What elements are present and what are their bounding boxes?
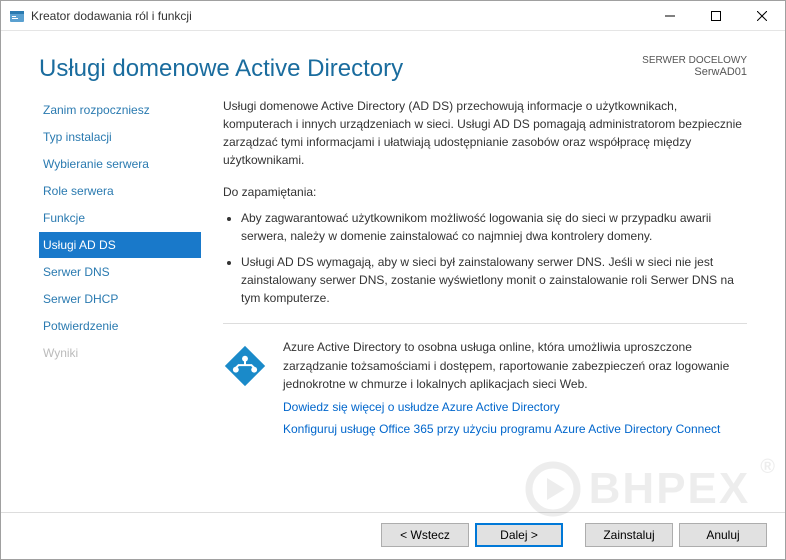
previous-button[interactable]: < Wstecz bbox=[381, 523, 469, 547]
cancel-button[interactable]: Anuluj bbox=[679, 523, 767, 547]
target-server-label: SERWER DOCELOWY bbox=[642, 55, 747, 66]
nav-server-roles[interactable]: Role serwera bbox=[39, 178, 201, 204]
intro-text: Usługi domenowe Active Directory (AD DS)… bbox=[223, 97, 747, 169]
nav-ad-ds[interactable]: Usługi AD DS bbox=[39, 232, 201, 258]
titlebar: Kreator dodawania ról i funkcji bbox=[1, 1, 785, 31]
minimize-button[interactable] bbox=[647, 1, 693, 31]
minimize-icon bbox=[665, 11, 675, 21]
install-button[interactable]: Zainstaluj bbox=[585, 523, 673, 547]
body: Zanim rozpoczniesz Typ instalacji Wybier… bbox=[1, 97, 785, 512]
list-item: Usługi AD DS wymagają, aby w sieci był z… bbox=[241, 253, 747, 307]
nav-results: Wyniki bbox=[39, 340, 201, 366]
wizard-nav: Zanim rozpoczniesz Typ instalacji Wybier… bbox=[1, 97, 201, 512]
azure-ad-icon bbox=[223, 344, 267, 388]
maximize-button[interactable] bbox=[693, 1, 739, 31]
footer: < Wstecz Dalej > Zainstaluj Anuluj bbox=[1, 512, 785, 559]
main-area: Usługi domenowe Active Directory SERWER … bbox=[1, 31, 785, 559]
azure-learn-more-link[interactable]: Dowiedz się więcej o usłudze Azure Activ… bbox=[283, 398, 747, 417]
nav-dns-server[interactable]: Serwer DNS bbox=[39, 259, 201, 285]
app-icon bbox=[9, 8, 25, 24]
azure-configure-office365-link[interactable]: Konfiguruj usługę Office 365 przy użyciu… bbox=[283, 420, 747, 439]
header: Usługi domenowe Active Directory SERWER … bbox=[1, 31, 785, 97]
window-controls bbox=[647, 1, 785, 31]
azure-info-text: Azure Active Directory to osobna usługa … bbox=[283, 338, 747, 439]
nav-install-type[interactable]: Typ instalacji bbox=[39, 124, 201, 150]
close-icon bbox=[757, 11, 767, 21]
maximize-icon bbox=[711, 11, 721, 21]
target-server-name: SerwAD01 bbox=[642, 66, 747, 78]
list-item: Aby zagwarantować użytkownikom możliwość… bbox=[241, 209, 747, 245]
nav-before-begin[interactable]: Zanim rozpoczniesz bbox=[39, 97, 201, 123]
target-server-info: SERWER DOCELOWY SerwAD01 bbox=[642, 55, 747, 78]
close-button[interactable] bbox=[739, 1, 785, 31]
titlebar-text: Kreator dodawania ról i funkcji bbox=[31, 9, 647, 23]
next-button[interactable]: Dalej > bbox=[475, 523, 563, 547]
azure-description: Azure Active Directory to osobna usługa … bbox=[283, 340, 729, 391]
divider bbox=[223, 323, 747, 324]
page-title: Usługi domenowe Active Directory bbox=[39, 55, 403, 83]
remember-label: Do zapamiętania: bbox=[223, 183, 747, 201]
remember-list: Aby zagwarantować użytkownikom możliwość… bbox=[223, 209, 747, 307]
nav-features[interactable]: Funkcje bbox=[39, 205, 201, 231]
nav-confirmation[interactable]: Potwierdzenie bbox=[39, 313, 201, 339]
spacer bbox=[569, 523, 579, 547]
content-pane: Usługi domenowe Active Directory (AD DS)… bbox=[201, 97, 767, 512]
nav-server-selection[interactable]: Wybieranie serwera bbox=[39, 151, 201, 177]
azure-info-block: Azure Active Directory to osobna usługa … bbox=[223, 338, 747, 439]
nav-dhcp-server[interactable]: Serwer DHCP bbox=[39, 286, 201, 312]
